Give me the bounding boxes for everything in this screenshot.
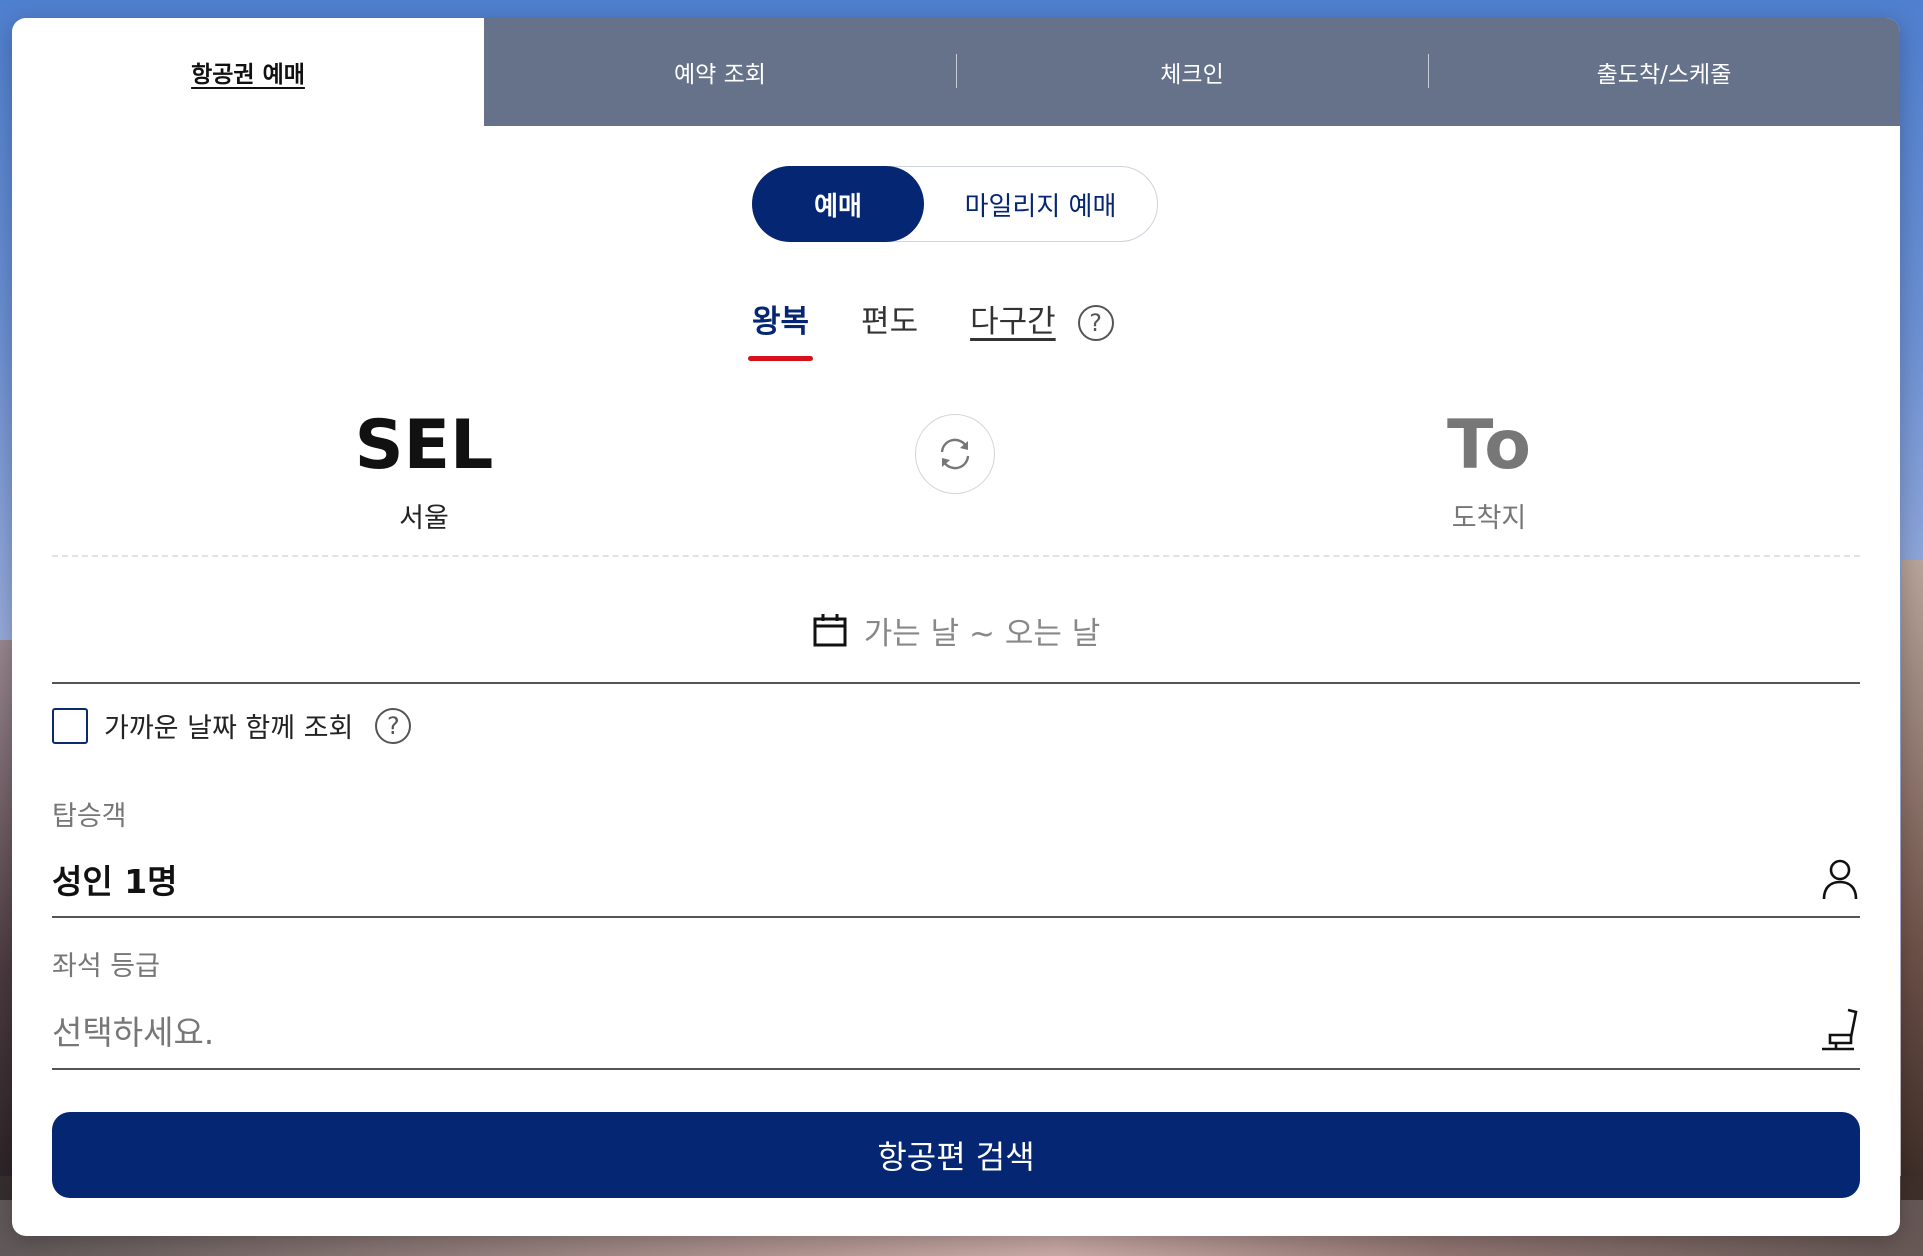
seat-class-label: 좌석 등급 xyxy=(52,951,160,982)
swap-route-button[interactable] xyxy=(915,414,995,494)
trip-type-selector: 왕복 편도 다구간 ? xyxy=(747,296,1114,361)
swap-icon xyxy=(940,438,970,470)
flexible-dates-checkbox[interactable] xyxy=(52,707,88,744)
round-trip-option[interactable]: 왕복 xyxy=(747,296,814,361)
date-placeholder: 가는 날 ~ 오는 날 xyxy=(863,615,1101,652)
seat-class-placeholder: 선택하세요. xyxy=(52,1013,215,1052)
mileage-booking-button[interactable]: 마일리지 예매 xyxy=(924,166,1157,242)
one-way-option[interactable]: 편도 xyxy=(861,296,918,349)
flexible-dates-row: 가까운 날짜 함께 조회 ? xyxy=(52,706,412,745)
route-divider xyxy=(52,555,1860,557)
departure-code[interactable]: SEL xyxy=(274,406,574,485)
tab-check-in[interactable]: 체크인 xyxy=(956,18,1428,126)
multi-city-option[interactable]: 다구간 xyxy=(970,296,1056,349)
passenger-selector[interactable]: 성인 1명 xyxy=(52,842,1860,918)
multi-city-help-icon[interactable]: ? xyxy=(1077,304,1114,341)
flexible-dates-help-icon[interactable]: ? xyxy=(375,707,412,744)
date-selector[interactable]: 가는 날 ~ 오는 날 xyxy=(52,578,1860,684)
tab-flight-booking[interactable]: 항공권 예매 xyxy=(12,18,484,126)
seat-class-selector[interactable]: 선택하세요. xyxy=(52,992,1860,1070)
search-flights-button[interactable]: 항공편 검색 xyxy=(52,1112,1860,1198)
tab-flight-status[interactable]: 출도착/스케줄 xyxy=(1428,18,1900,126)
person-icon xyxy=(1822,859,1858,900)
passenger-value: 성인 1명 xyxy=(52,862,178,901)
calendar-icon xyxy=(813,614,847,647)
seat-icon xyxy=(1822,1008,1858,1051)
regular-booking-button[interactable]: 예매 xyxy=(752,166,924,242)
flexible-dates-label[interactable]: 가까운 날짜 함께 조회 xyxy=(104,706,353,745)
main-tabs: 항공권 예매 예약 조회 체크인 출도착/스케줄 xyxy=(12,18,1900,126)
arrival-code[interactable]: To xyxy=(1339,406,1639,485)
passenger-label: 탑승객 xyxy=(52,801,127,832)
departure-name[interactable]: 서울 xyxy=(274,496,574,535)
tab-reservation-lookup[interactable]: 예약 조회 xyxy=(484,18,956,126)
booking-type-toggle: 예매 마일리지 예매 xyxy=(752,166,1158,242)
booking-widget: 항공권 예매 예약 조회 체크인 출도착/스케줄 예매 마일리지 예매 왕복 편… xyxy=(12,18,1900,1236)
background-right xyxy=(1901,560,1923,1200)
arrival-name[interactable]: 도착지 xyxy=(1339,496,1639,535)
